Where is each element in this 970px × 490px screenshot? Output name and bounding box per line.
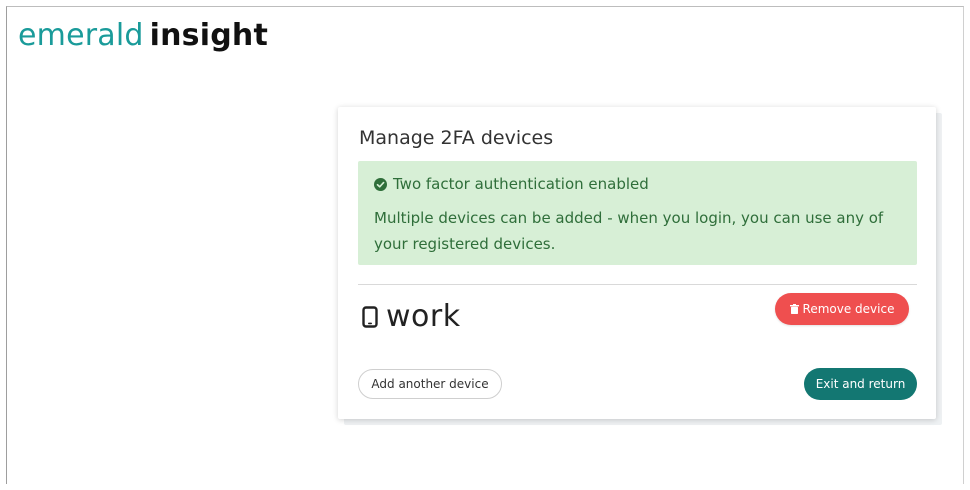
site-logo[interactable]: emerald insight [18,18,268,54]
success-alert: Two factor authentication enabled Multip… [358,161,917,265]
manage-2fa-card: Manage 2FA devices Two factor authentica… [338,107,936,419]
alert-heading-row: Two factor authentication enabled [374,175,649,193]
mobile-phone-icon [362,305,378,328]
device-item: work [362,299,461,334]
card-title: Manage 2FA devices [359,127,554,149]
trash-icon [789,304,799,314]
check-circle-icon [374,177,387,191]
logo-text-emerald: emerald [18,18,144,53]
remove-device-label: Remove device [802,302,895,316]
remove-device-button[interactable]: Remove device [775,293,909,325]
divider [358,284,917,285]
exit-and-return-button[interactable]: Exit and return [804,368,917,400]
logo-text-insight: insight [149,18,268,53]
alert-heading: Two factor authentication enabled [393,175,649,193]
device-name: work [386,299,461,334]
add-another-device-button[interactable]: Add another device [358,369,502,399]
alert-body: Multiple devices can be added - when you… [374,209,884,253]
